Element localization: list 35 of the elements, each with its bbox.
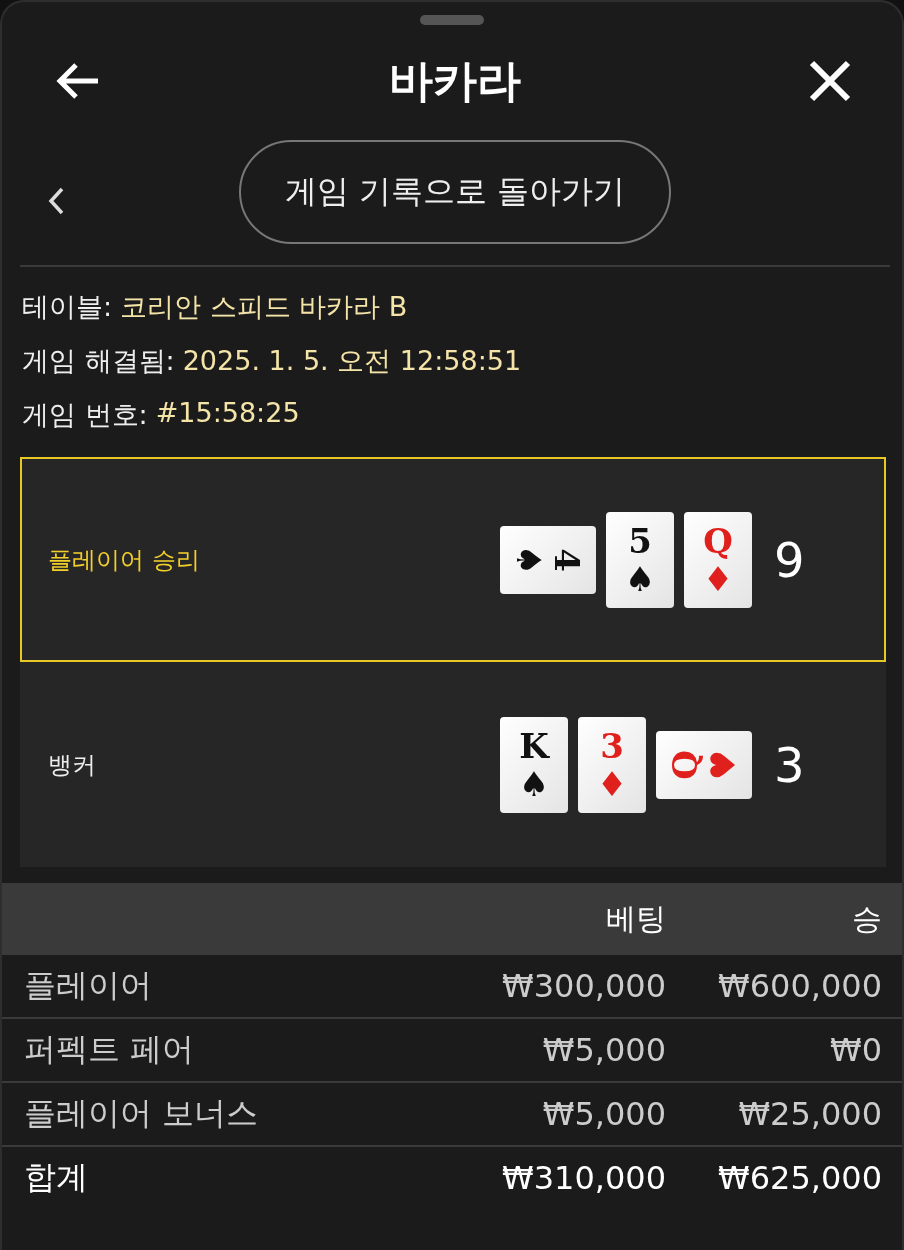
playing-card: Q ♦ — [684, 511, 752, 608]
info-label: 게임 해결됨: — [22, 344, 175, 378]
info-label: 테이블: — [22, 290, 113, 324]
playing-card: 4 ♠ — [500, 525, 596, 594]
hand-score: 3 — [773, 736, 806, 793]
info-value: 2025. 1. 5. 오전 12:58:51 — [182, 344, 522, 378]
table-cell-text: 플레이어 보너스 — [24, 1093, 260, 1134]
info-value: 코리안 스피드 바카라 B — [120, 290, 408, 324]
chevron-left-icon[interactable] — [48, 187, 64, 215]
playing-card: 5 ♠ — [606, 511, 674, 608]
table-cell-text: ₩5,000 — [541, 1031, 666, 1069]
info-label: 게임 번호: — [22, 398, 148, 432]
hand-score: 9 — [773, 531, 806, 588]
table-cell-text: 퍼펙트 페어 — [24, 1029, 196, 1070]
playing-card: K ♠ — [500, 716, 568, 813]
table-cell-text: ₩25,000 — [737, 1095, 882, 1133]
playing-card: 3 ♦ — [578, 716, 646, 813]
back-to-history-button[interactable]: 게임 기록으로 돌아가기 — [238, 140, 672, 244]
drag-handle[interactable] — [420, 15, 484, 25]
column-header: 베팅 — [605, 899, 666, 938]
close-icon[interactable] — [808, 59, 852, 103]
playing-card: Q ♥ — [656, 730, 752, 799]
hand-name: 플레이어 승리 — [48, 544, 201, 576]
column-header: 승 — [851, 899, 882, 938]
total-cell-text: ₩625,000 — [717, 1159, 882, 1197]
hand-name: 뱅커 — [48, 749, 97, 781]
table-cell-text: ₩5,000 — [541, 1095, 666, 1133]
table-cell-text: 플레이어 — [24, 965, 153, 1006]
info-value: #15:58:25 — [155, 397, 300, 430]
total-cell-text: 합계 — [24, 1157, 89, 1198]
table-cell-text: ₩600,000 — [717, 967, 882, 1005]
total-cell-text: ₩310,000 — [501, 1159, 666, 1197]
table-cell-text: ₩0 — [829, 1031, 882, 1069]
window-title: 바카라 — [389, 53, 521, 108]
table-cell-text: ₩300,000 — [501, 967, 666, 1005]
